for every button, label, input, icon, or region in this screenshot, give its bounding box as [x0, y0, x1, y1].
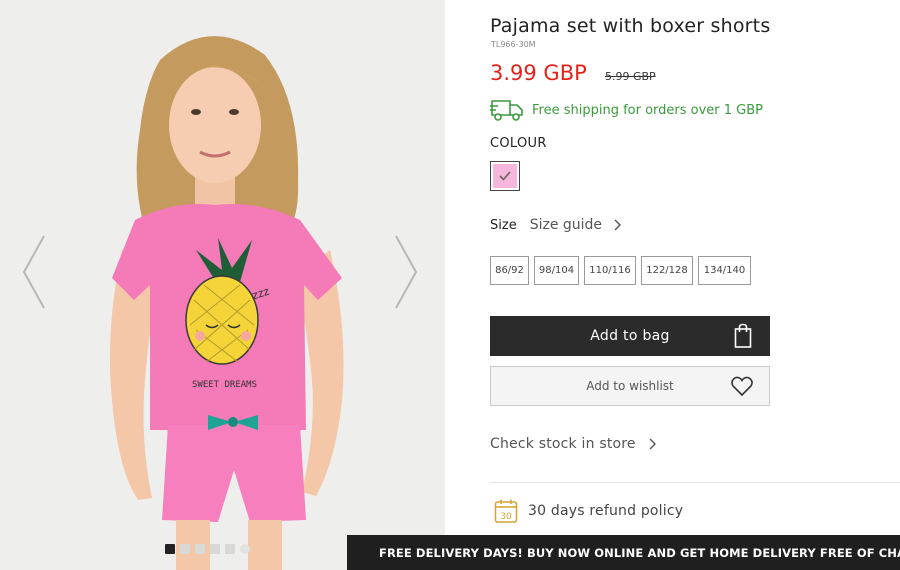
add-to-bag-button[interactable]: Add to bag [490, 316, 770, 356]
shirt-print-text: SWEET DREAMS [192, 380, 258, 390]
gallery-dot[interactable] [195, 544, 205, 554]
size-row: Size Size guide [490, 217, 622, 233]
size-option[interactable]: 98/104 [534, 256, 579, 285]
free-shipping-note: Free shipping for orders over 1 GBP [490, 98, 763, 122]
add-to-bag-label: Add to bag [590, 328, 670, 344]
calendar-icon: 30 [494, 499, 518, 523]
colour-swatch-pink[interactable] [490, 161, 520, 191]
section-divider [490, 482, 900, 483]
gallery-dot[interactable] [165, 544, 175, 554]
product-gallery: SWEET DREAMS zzz [0, 0, 445, 570]
product-photo [0, 0, 445, 570]
chevron-right-icon [395, 235, 418, 309]
free-shipping-text: Free shipping for orders over 1 GBP [532, 102, 764, 118]
gallery-dots [165, 544, 250, 554]
size-option[interactable]: 134/140 [698, 256, 751, 285]
checkmark-icon [499, 171, 511, 181]
size-guide-link[interactable]: Size guide [530, 217, 602, 233]
add-to-wishlist-button[interactable]: Add to wishlist [490, 366, 770, 406]
gallery-prev-arrow[interactable] [18, 232, 48, 312]
heart-icon [731, 376, 753, 397]
add-to-wishlist-label: Add to wishlist [586, 379, 674, 393]
size-label: Size [490, 217, 517, 233]
check-stock-label: Check stock in store [490, 436, 636, 452]
size-options: 86/92 98/104 110/116 122/128 134/140 [490, 256, 751, 285]
free-delivery-banner[interactable]: FREE DELIVERY DAYS! BUY NOW ONLINE AND G… [347, 535, 900, 570]
size-option[interactable]: 86/92 [490, 256, 529, 285]
delivery-truck-icon [490, 100, 523, 121]
check-stock-link[interactable]: Check stock in store [490, 436, 657, 452]
gallery-dot[interactable] [210, 544, 220, 554]
free-delivery-banner-text: FREE DELIVERY DAYS! BUY NOW ONLINE AND G… [379, 545, 900, 560]
colour-label: COLOUR [490, 136, 547, 151]
product-sku: TL966-30M [491, 40, 536, 49]
calendar-number: 30 [500, 512, 512, 522]
size-option[interactable]: 110/116 [584, 256, 636, 285]
size-option[interactable]: 122/128 [641, 256, 693, 285]
gallery-dot[interactable] [240, 544, 250, 554]
product-title: Pajama set with boxer shorts [490, 15, 771, 37]
refund-policy: 30 30 days refund policy [494, 498, 683, 524]
product-price: 3.99 GBP [490, 61, 587, 85]
chevron-right-icon [614, 219, 622, 231]
gallery-dot[interactable] [225, 544, 235, 554]
gallery-next-arrow[interactable] [392, 232, 422, 312]
product-old-price: 5.99 GBP [605, 70, 656, 83]
shopping-bag-icon [734, 323, 752, 348]
gallery-dot[interactable] [180, 544, 190, 554]
swatch-fill [493, 164, 517, 188]
chevron-right-icon [649, 438, 656, 450]
refund-policy-text: 30 days refund policy [528, 503, 684, 519]
chevron-left-icon [22, 235, 45, 309]
